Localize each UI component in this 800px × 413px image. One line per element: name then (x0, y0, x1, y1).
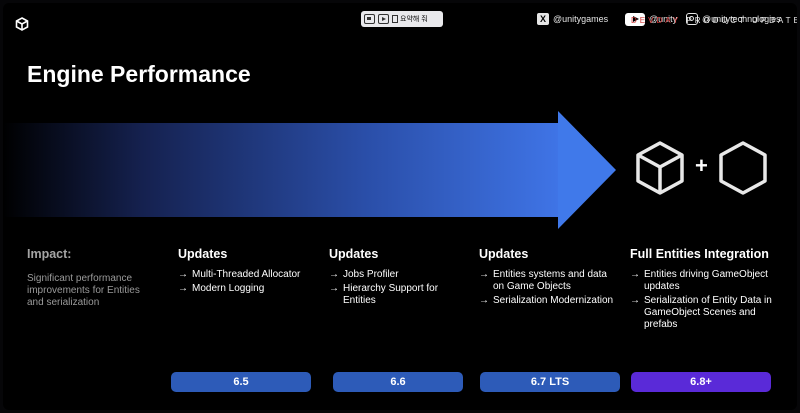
slide-title: Engine Performance (27, 61, 251, 87)
release-column-6-7: Updates → Entities systems and data on Ga… (479, 247, 619, 309)
list-item: → Jobs Profiler (329, 269, 469, 281)
list-item: → Modern Logging (178, 283, 318, 295)
list-item: → Serialization of Entity Data in GameObj… (630, 295, 790, 331)
arrow-icon: → (630, 295, 640, 306)
impact-label: Impact: (27, 247, 72, 261)
event-tag: DEVDAY PRODUCT UPDATE (631, 16, 797, 25)
x-logo-icon: X (537, 13, 549, 25)
arrow-icon: → (329, 269, 339, 280)
list-item: → Hierarchy Support for Entities (329, 283, 469, 307)
list-item-label: Serialization Modernization (493, 295, 614, 306)
x-handle: @unitygames (553, 14, 609, 24)
plus-sign: + (695, 153, 708, 178)
summarize-label: 요약해 줘 (400, 16, 428, 23)
column-title: Updates (479, 247, 529, 261)
timeline-arrow-head (558, 111, 616, 229)
version-pill: 6.6 (333, 372, 463, 392)
column-title: Updates (329, 247, 379, 261)
x-account: X @unitygames (537, 11, 608, 27)
summary-doc-icon (392, 15, 398, 23)
arrow-icon: → (178, 283, 188, 294)
release-column-6-8: Full Entities Integration → Entities driv… (630, 247, 790, 333)
event-tag-rest: PRODUCT UPDATE (686, 16, 797, 25)
version-pill: 6.7 LTS (480, 372, 620, 392)
summarize-button[interactable]: 요약해 줘 (392, 14, 428, 24)
list-item-label: Entities driving GameObject updates (644, 269, 768, 292)
list-item-label: Serialization of Entity Data in GameObje… (644, 295, 772, 330)
event-tag-red: DEVDAY (631, 16, 682, 25)
arrow-icon: → (479, 269, 489, 280)
arrow-icon: → (178, 269, 188, 280)
overlay-toolbar: 요약해 줘 (361, 11, 443, 27)
timeline-arrow-body (3, 123, 559, 217)
column-title: Full Entities Integration (630, 247, 769, 261)
hexagon-icon (719, 141, 767, 195)
list-item: → Entities systems and data on Game Objec… (479, 269, 619, 293)
list-item-label: Jobs Profiler (343, 269, 399, 280)
list-item-label: Multi-Threaded Allocator (192, 269, 301, 280)
column-title: Updates (178, 247, 228, 261)
play-icon[interactable] (378, 14, 389, 24)
arrow-icon: → (479, 295, 489, 306)
list-item: → Multi-Threaded Allocator (178, 269, 318, 281)
list-item: → Entities driving GameObject updates (630, 269, 790, 293)
unity-logo-icon (15, 17, 29, 31)
slide-frame: 요약해 줘 X @unitygames @unity @unitytechnol… (3, 3, 797, 410)
list-item-label: Entities systems and data on Game Object… (493, 269, 607, 292)
arrow-icon: → (630, 269, 640, 280)
list-item: → Serialization Modernization (479, 295, 619, 307)
arrow-icon: → (329, 283, 339, 294)
impact-description: Significant performance improvements for… (27, 273, 140, 308)
list-item-label: Modern Logging (192, 283, 265, 294)
cube-icon (636, 141, 684, 195)
release-column-6-5: Updates → Multi-Threaded Allocator → Moder… (178, 247, 318, 297)
version-pill: 6.5 (171, 372, 311, 392)
image-icon[interactable] (364, 14, 375, 24)
list-item-label: Hierarchy Support for Entities (343, 283, 439, 306)
release-column-6-6: Updates → Jobs Profiler → Hierarchy Suppor… (329, 247, 469, 309)
version-pill: 6.8+ (631, 372, 771, 392)
